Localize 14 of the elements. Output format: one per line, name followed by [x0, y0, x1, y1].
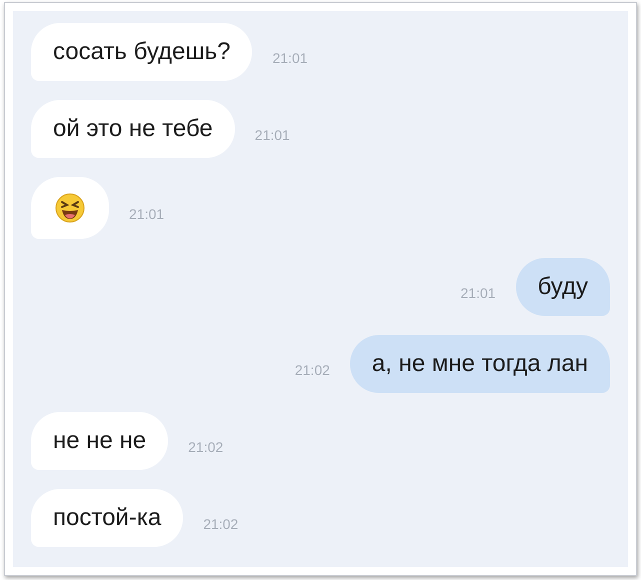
message-time: 21:01 [460, 285, 496, 301]
message-time: 21:01 [272, 50, 308, 66]
message-time: 21:01 [254, 127, 290, 143]
message-time: 21:02 [294, 362, 330, 378]
message-text: сосать будешь? [31, 23, 252, 81]
laughing-emoji-icon [55, 193, 85, 223]
message-text: не не не [31, 412, 168, 470]
message-time: 21:02 [188, 439, 224, 455]
message-time: 21:01 [129, 206, 164, 222]
message-text: а, не мне тогда лан [350, 335, 610, 393]
message-text: ой это не тебе [31, 100, 235, 158]
message-text: буду [516, 258, 610, 316]
message-text: постой-ка [31, 489, 184, 547]
message-time: 21:02 [203, 516, 238, 532]
